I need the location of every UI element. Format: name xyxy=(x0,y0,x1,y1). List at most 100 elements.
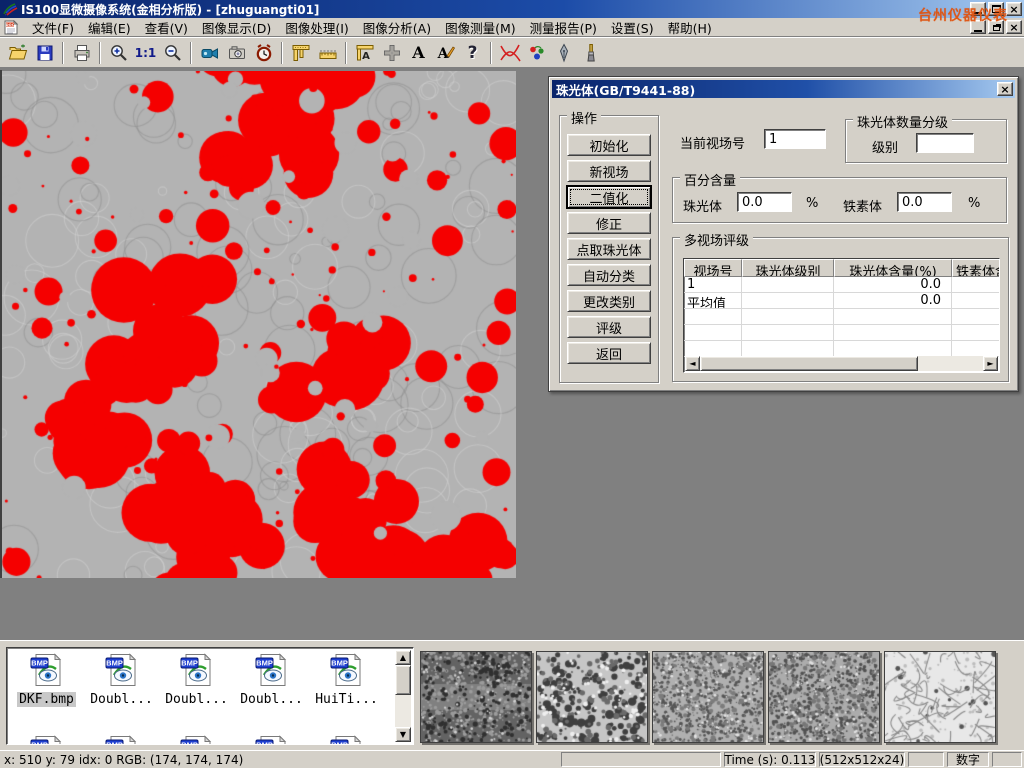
table-row-empty xyxy=(684,325,999,341)
scroll-left-button[interactable]: ◄ xyxy=(685,356,700,371)
minimize-button[interactable] xyxy=(970,2,986,16)
multifield-group: 多视场评级 视场号 珠光体级别 珠光体含量(%) 铁素体含量(%) 1 0.0 … xyxy=(672,237,1009,382)
pen-tool-button[interactable] xyxy=(550,40,577,66)
new-field-button[interactable]: 新视场 xyxy=(567,160,651,182)
caliper-measure-button[interactable] xyxy=(287,40,314,66)
svg-text:DOC: DOC xyxy=(6,23,15,27)
print-button[interactable] xyxy=(68,40,95,66)
file-item[interactable]: BMP xyxy=(84,734,159,745)
file-item[interactable]: BMP Doubl... xyxy=(159,652,234,707)
table-row[interactable]: 平均值 0.0 xyxy=(684,293,999,309)
ruler-icon xyxy=(318,43,338,63)
menu-edit[interactable]: 编辑(E) xyxy=(81,16,138,39)
grade-button[interactable]: 评级 xyxy=(567,316,651,338)
multifield-group-title: 多视场评级 xyxy=(680,230,753,249)
edit-annotation-button[interactable]: A xyxy=(432,40,459,66)
child-close-button[interactable]: × xyxy=(1006,20,1022,34)
svg-text:BMP: BMP xyxy=(31,741,48,745)
zoom-in-icon xyxy=(109,43,129,63)
ruler-measure-button[interactable] xyxy=(314,40,341,66)
menu-image-display[interactable]: 图像显示(D) xyxy=(195,16,278,39)
clock-icon xyxy=(254,43,274,63)
scrollbar-thumb[interactable] xyxy=(700,356,918,371)
save-button[interactable] xyxy=(31,40,58,66)
letter-a-icon: A xyxy=(412,43,424,62)
child-minimize-button[interactable] xyxy=(970,20,986,34)
change-class-button[interactable]: 更改类别 xyxy=(567,290,651,312)
menu-file[interactable]: 文件(F) xyxy=(25,16,81,39)
actual-size-icon: 1:1 xyxy=(135,46,157,60)
timer-button[interactable] xyxy=(250,40,277,66)
thumbnail-4[interactable] xyxy=(768,651,880,743)
maximize-button[interactable] xyxy=(988,2,1004,16)
table-horizontal-scrollbar[interactable]: ◄ ► xyxy=(685,356,998,371)
curve-tool-button[interactable] xyxy=(496,40,523,66)
file-item[interactable]: BMP HuiTi... xyxy=(309,652,384,707)
toolbar-separator xyxy=(62,42,64,64)
file-item[interactable]: BMP xyxy=(309,734,384,745)
grid-tool-button[interactable] xyxy=(378,40,405,66)
text-measure-button[interactable]: A xyxy=(351,40,378,66)
menu-settings[interactable]: 设置(S) xyxy=(604,16,661,39)
rating-table[interactable]: 视场号 珠光体级别 珠光体含量(%) 铁素体含量(%) 1 0.0 平均值 0.… xyxy=(683,258,1000,373)
close-icon: × xyxy=(1009,4,1018,15)
file-item[interactable]: BMP DKF.bmp xyxy=(9,652,84,707)
colored-balls-icon xyxy=(527,43,547,63)
printer-icon xyxy=(72,43,92,63)
svg-text:BMP: BMP xyxy=(106,659,123,668)
pick-pearlite-button[interactable]: 点取珠光体 xyxy=(567,238,651,260)
file-item[interactable]: BMP xyxy=(159,734,234,745)
menu-image-measure[interactable]: 图像测量(M) xyxy=(438,16,523,39)
document-icon: DOC xyxy=(3,20,19,35)
cell-field-no: 平均值 xyxy=(684,293,742,308)
scroll-up-button[interactable]: ▲ xyxy=(395,650,411,665)
dialog-close-button[interactable]: × xyxy=(997,82,1013,96)
current-field-input[interactable] xyxy=(764,129,826,149)
menu-view[interactable]: 查看(V) xyxy=(138,16,195,39)
open-file-button[interactable] xyxy=(4,40,31,66)
video-capture-button[interactable] xyxy=(196,40,223,66)
grid-cross-icon xyxy=(382,43,402,63)
menu-image-processing[interactable]: 图像处理(I) xyxy=(278,16,355,39)
child-minimize-icon xyxy=(974,30,982,32)
scroll-right-button[interactable]: ► xyxy=(983,356,998,371)
initialize-button[interactable]: 初始化 xyxy=(567,134,651,156)
menu-measure-report[interactable]: 测量报告(P) xyxy=(523,16,604,39)
binarized-metallograph-image[interactable] xyxy=(2,71,516,578)
caliper-text-icon: A xyxy=(355,43,375,63)
classify-tool-button[interactable] xyxy=(523,40,550,66)
file-item[interactable]: BMP xyxy=(234,734,309,745)
child-restore-button[interactable] xyxy=(988,20,1004,34)
scrollbar-thumb[interactable] xyxy=(395,665,411,695)
table-row[interactable]: 1 0.0 xyxy=(684,277,999,293)
camera-capture-button[interactable] xyxy=(223,40,250,66)
ferrite-percent-input[interactable] xyxy=(897,192,952,212)
table-row-empty xyxy=(684,341,999,357)
file-item[interactable]: BMP xyxy=(9,734,84,745)
menu-help[interactable]: 帮助(H) xyxy=(661,16,719,39)
thumbnail-5[interactable] xyxy=(884,651,996,743)
text-annotation-button[interactable]: A xyxy=(405,40,432,66)
zoom-out-button[interactable] xyxy=(159,40,186,66)
scroll-down-button[interactable]: ▼ xyxy=(395,727,411,742)
brush-tool-button[interactable] xyxy=(577,40,604,66)
correct-button[interactable]: 修正 xyxy=(567,212,651,234)
auto-classify-button[interactable]: 自动分类 xyxy=(567,264,651,286)
level-input[interactable] xyxy=(916,133,974,153)
menu-image-analysis[interactable]: 图像分析(A) xyxy=(356,16,438,39)
help-button[interactable]: ? xyxy=(459,40,486,66)
thumbnail-3[interactable] xyxy=(652,651,764,743)
file-list-scrollbar[interactable]: ▲ ▼ xyxy=(395,650,411,742)
file-item[interactable]: BMP Doubl... xyxy=(234,652,309,707)
thumbnail-2[interactable] xyxy=(536,651,648,743)
zoom-in-button[interactable] xyxy=(105,40,132,66)
close-button[interactable]: × xyxy=(1006,2,1022,16)
actual-size-button[interactable]: 1:1 xyxy=(132,40,159,66)
dialog-title-bar[interactable]: 珠光体(GB/T9441-88) × xyxy=(552,80,1015,98)
binarize-button[interactable]: 二值化 xyxy=(567,186,651,208)
return-button[interactable]: 返回 xyxy=(567,342,651,364)
thumbnail-1[interactable] xyxy=(420,651,532,743)
file-item[interactable]: BMP Doubl... xyxy=(84,652,159,707)
pearlite-percent-input[interactable] xyxy=(737,192,792,212)
bmp-file-icon: BMP xyxy=(329,734,365,745)
